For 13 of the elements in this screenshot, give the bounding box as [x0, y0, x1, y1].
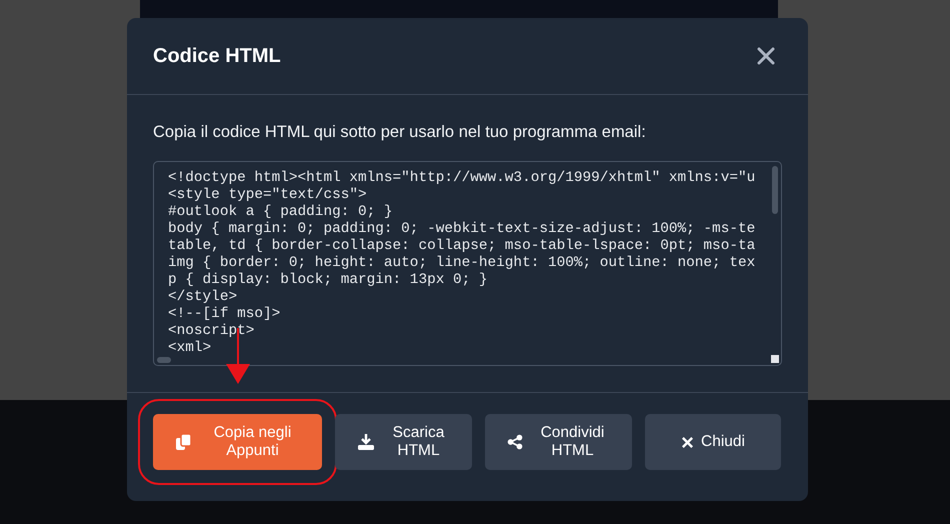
scrollbar-thumb[interactable]: [772, 166, 778, 214]
share-icon: [507, 434, 523, 450]
action-button[interactable]: Condividi HTML: [485, 414, 632, 470]
action-button[interactable]: Chiudi: [645, 414, 781, 470]
action-button[interactable]: Scarica HTML: [335, 414, 472, 470]
scrollbar-thumb[interactable]: [157, 357, 171, 363]
resize-handle[interactable]: [771, 355, 779, 363]
close-icon: [681, 436, 694, 448]
download-icon: [357, 433, 375, 451]
instruction-text: Copia il codice HTML qui sotto per usarlo nel tuo programma email:: [153, 123, 647, 142]
copy-icon: [175, 433, 193, 451]
dialog-title: Codice HTML: [153, 44, 281, 68]
close-icon[interactable]: [756, 46, 776, 66]
